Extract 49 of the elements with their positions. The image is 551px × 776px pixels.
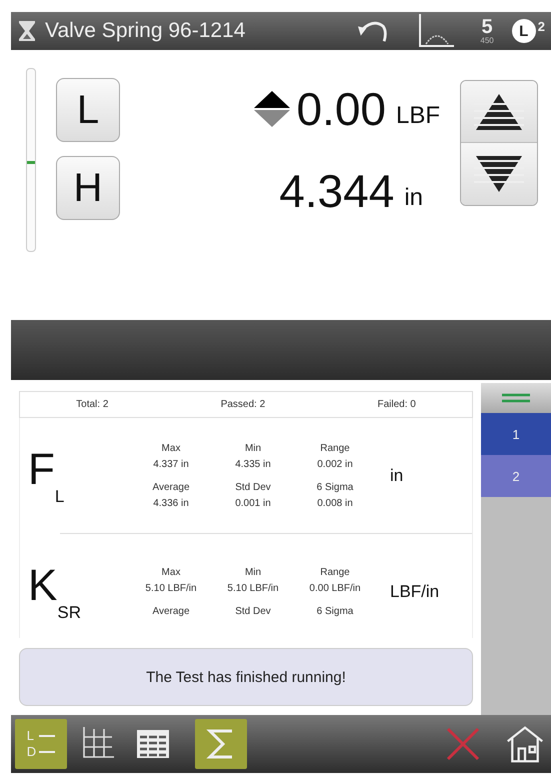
stat-value: 0.001 in [235,498,271,508]
parameter-symbol: F $_{L}$ [27,444,66,506]
stat-value: 0.00 LBF/in [309,582,361,594]
stat-label: Min [244,442,262,454]
unit-label: LBF/in [390,582,440,602]
test-item[interactable]: 1 [481,413,551,455]
stat-label: 6 Sigma [316,606,354,616]
reading-unit: in [404,184,423,212]
stat-label: Range [320,442,350,454]
unit-label: in [390,466,404,486]
stat-value: 5.10 LBF/in [227,582,279,594]
stat-label: Average [152,482,190,492]
limits-letters: L D [26,728,36,760]
message-banner: The Test has finished running! [19,648,473,706]
stat-value: 5.10 LBF/in [145,582,197,594]
jog-down-button[interactable] [461,143,537,205]
failed-count: Failed: 0 [377,399,416,410]
table-icon [135,727,171,761]
stat-value: 0.008 in [317,498,353,508]
hourglass-icon [17,20,37,42]
stat-value: 4.336 in [153,498,189,508]
stat-label: Average [152,606,190,616]
jog-up-button[interactable] [461,81,537,143]
limit-button[interactable]: H [56,156,120,220]
stat-label: Min [244,566,262,578]
reading-value: 0.00 [296,82,386,136]
stat-label: Max [162,566,180,578]
home-icon[interactable] [505,724,545,764]
stat-value: 0.002 in [317,458,353,470]
speed-indicator[interactable]: 5 450 [480,17,494,45]
stat-value: 4.335 in [235,458,271,470]
direction-icon [252,89,292,129]
stat-label: Std Dev [235,606,271,616]
reading-unit: LBF [396,102,440,130]
stat-label: Range [320,566,350,578]
position-slider[interactable] [26,68,36,252]
test-item[interactable]: 2 [481,455,551,497]
limit-button[interactable]: L [56,78,120,142]
passed-count: Passed: 2 [220,399,266,410]
triangle-up-icon [474,92,524,132]
stat-label: 6 Sigma [316,482,354,492]
parameter-symbol: K $_{SR}$ [27,560,82,622]
stat-value: 4.337 in [153,458,189,470]
total-count: Total: 2 [76,399,108,410]
window-title: Valve Spring 96-1214 [45,19,246,43]
stat-label: Std Dev [235,482,271,492]
reading-value: 4.344 [279,164,394,218]
stat-label: Max [162,442,180,454]
triangle-down-icon [474,154,524,194]
